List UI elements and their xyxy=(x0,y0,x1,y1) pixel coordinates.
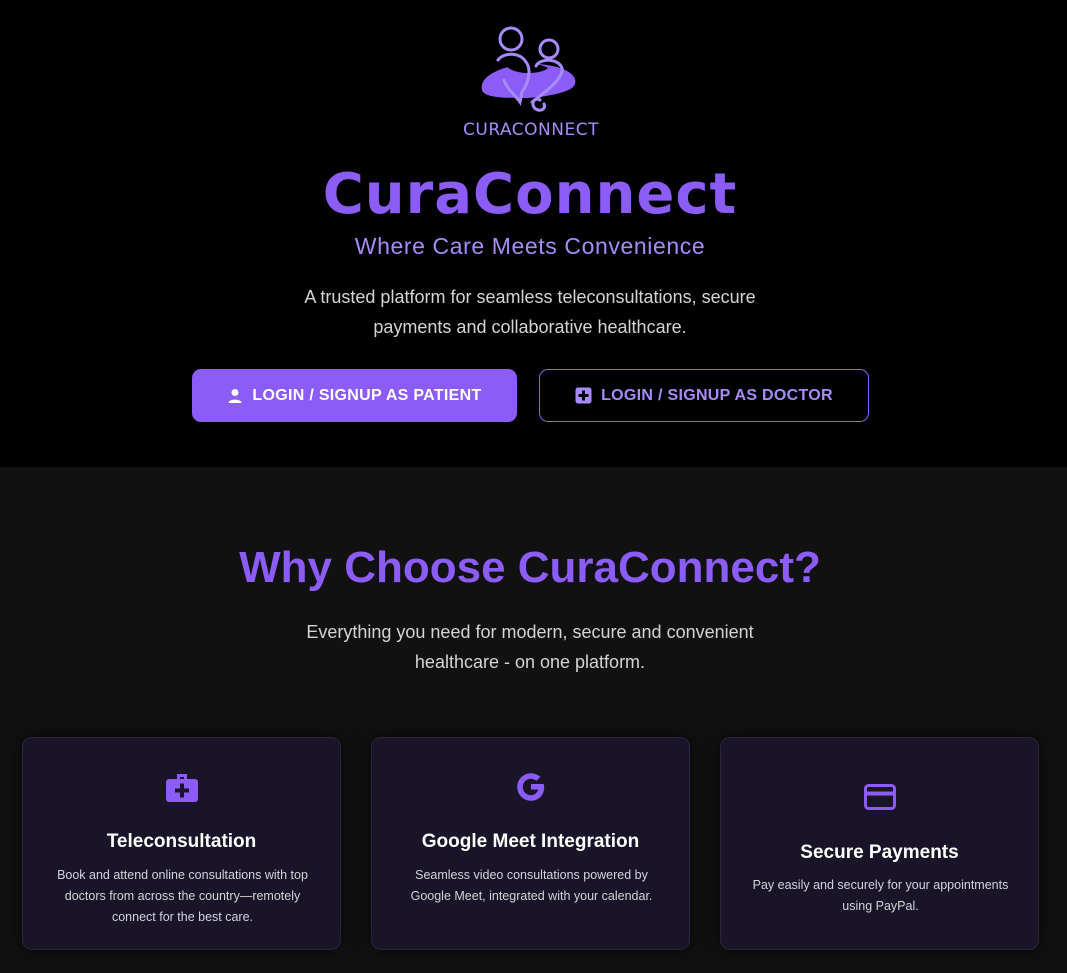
card-title: Google Meet Integration xyxy=(421,831,640,852)
medical-plus-icon xyxy=(575,387,592,404)
doctor-button-label: LOGIN / SIGNUP AS DOCTOR xyxy=(601,386,833,404)
google-icon xyxy=(516,773,544,801)
user-icon xyxy=(228,388,242,403)
login-signup-patient-button[interactable]: LOGIN / SIGNUP AS PATIENT xyxy=(192,369,517,422)
medical-kit-icon xyxy=(165,774,198,802)
card-title: Secure Payments xyxy=(800,842,959,863)
card-description: Book and attend online consultations wit… xyxy=(57,868,308,924)
features-title: Why Choose CuraConnect? xyxy=(239,543,821,592)
page-title: CuraConnect xyxy=(322,162,738,227)
hero-description: A trusted platform for seamless telecons… xyxy=(304,287,756,337)
card-description: Seamless video consultations powered by … xyxy=(410,868,653,903)
features-subtitle: Everything you need for modern, secure a… xyxy=(306,622,754,672)
logo: CURACONNECT xyxy=(448,22,618,142)
card-title: Teleconsultation xyxy=(106,831,257,852)
family-care-icon xyxy=(481,26,576,112)
logo-wordmark: CURACONNECT xyxy=(463,120,599,140)
feature-card-teleconsultation: Teleconsultation Book and attend online … xyxy=(22,737,341,950)
login-signup-doctor-button[interactable]: LOGIN / SIGNUP AS DOCTOR xyxy=(539,369,869,422)
features-section: Why Choose CuraConnect? Everything you n… xyxy=(0,467,1067,973)
hero-tagline: Where Care Meets Convenience xyxy=(354,233,706,259)
patient-button-label: LOGIN / SIGNUP AS PATIENT xyxy=(252,386,482,404)
credit-card-icon xyxy=(863,784,896,810)
hero-section: CURACONNECT CuraConnect Where Care Meets… xyxy=(0,0,1067,467)
feature-card-google-meet: Google Meet Integration Seamless video c… xyxy=(371,737,690,950)
card-description: Pay easily and securely for your appoint… xyxy=(752,878,1009,913)
feature-card-secure-payments: Secure Payments Pay easily and securely … xyxy=(720,737,1039,950)
